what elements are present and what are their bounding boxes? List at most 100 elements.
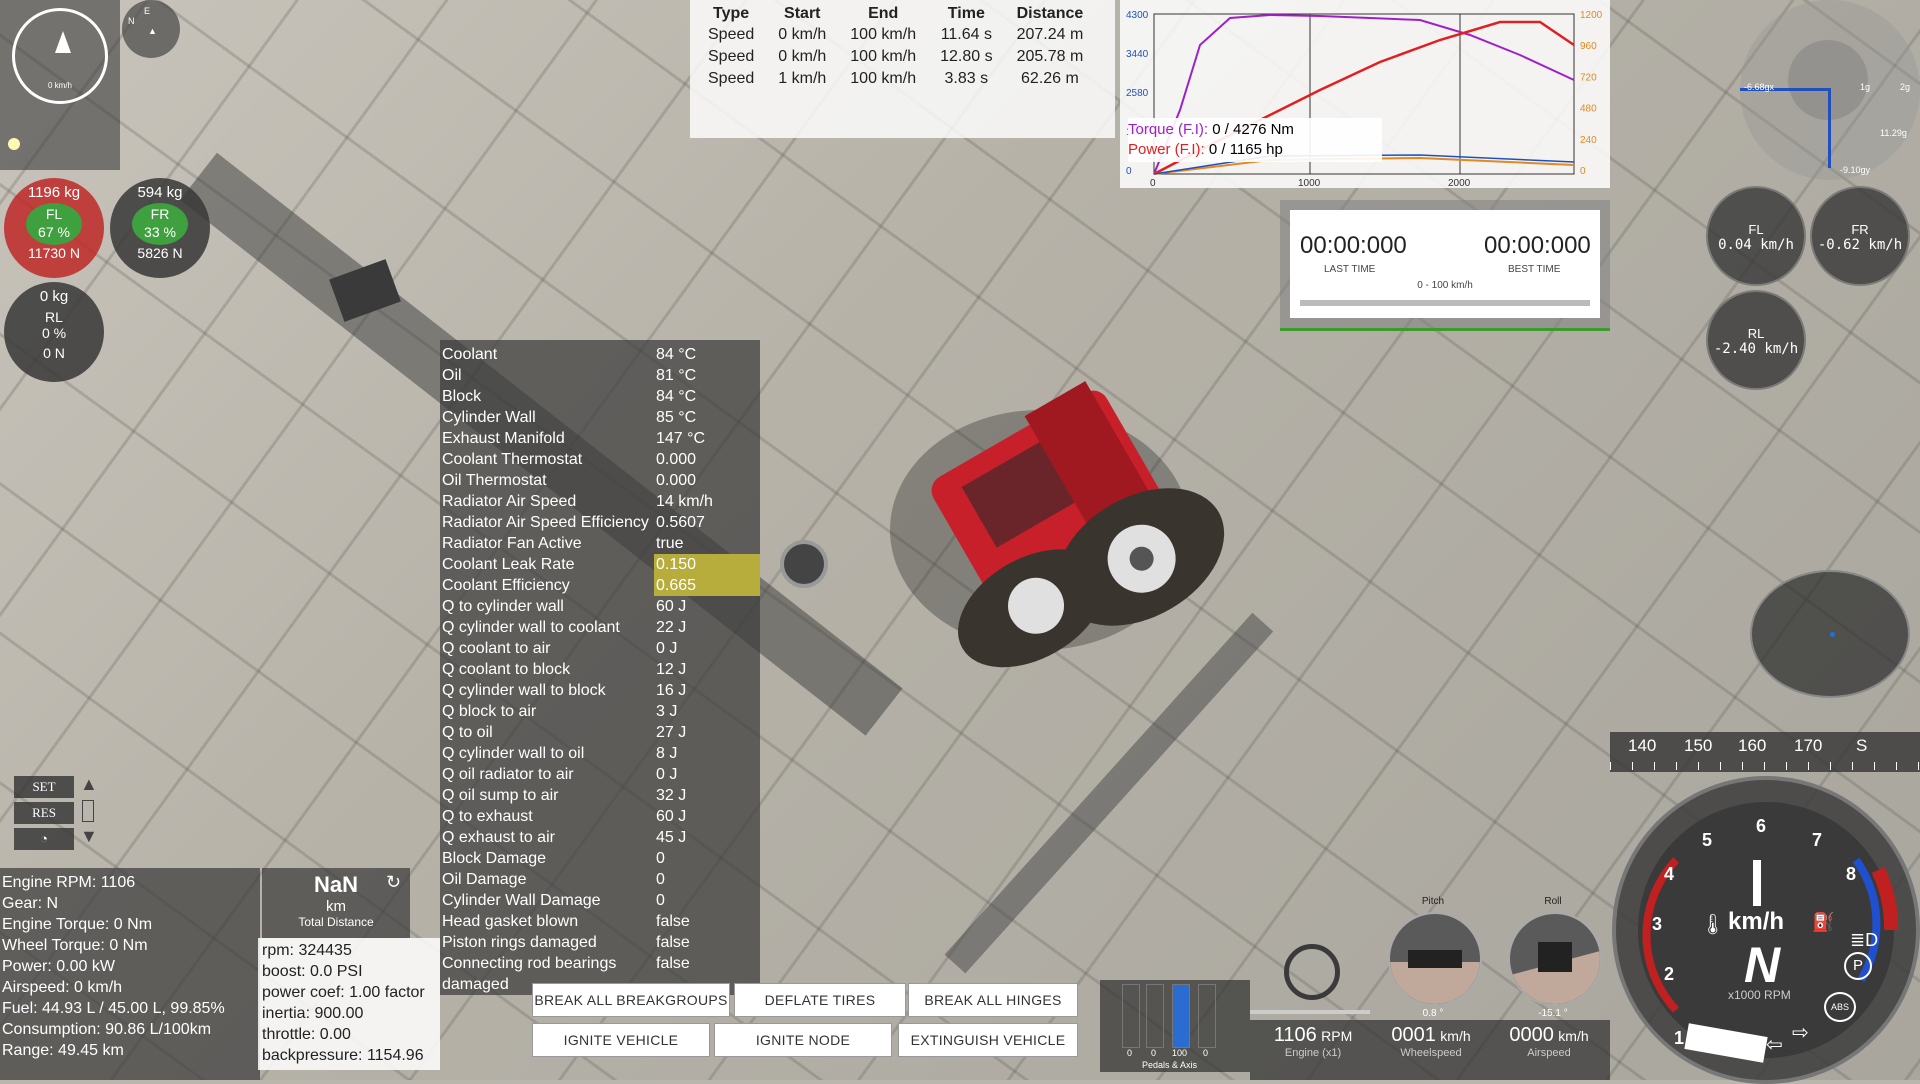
- thermal-value: 22 J: [656, 619, 687, 636]
- thermal-key: Head gasket blown: [442, 913, 579, 930]
- tire-name: RL: [45, 309, 63, 325]
- pedals-label: Pedals & Axis: [1142, 1060, 1198, 1070]
- airspeed-unit: km/h: [1558, 1028, 1589, 1044]
- results-cell: 205.78 m: [1016, 48, 1084, 65]
- last-time-label: LAST TIME: [1324, 264, 1376, 275]
- thermal-value: 3 J: [656, 703, 678, 720]
- pedal-bar: [1146, 984, 1164, 1048]
- timer-range: 0 - 100 km/h: [1417, 280, 1473, 291]
- tire-name: FR: [150, 206, 170, 222]
- rpm-value: 1106: [1273, 1024, 1317, 1046]
- thermal-row: Oil Damage 0: [442, 869, 665, 890]
- cruise-resume-button[interactable]: RES: [14, 802, 74, 824]
- tacho-tick: 6: [1756, 816, 1767, 836]
- rpm-caption: Engine (x1): [1284, 1047, 1342, 1059]
- cruise-set-button[interactable]: SET: [14, 776, 74, 798]
- results-row: Speed 0 km/h 100 km/h 11.64 s 207.24 m: [696, 24, 1095, 46]
- thermal-value: false: [656, 955, 690, 972]
- turn-right-icon[interactable]: ⇨: [1792, 1020, 1809, 1045]
- ignite-vehicle-button[interactable]: IGNITE VEHICLE: [532, 1023, 710, 1057]
- results-cell: Speed: [708, 26, 755, 43]
- north-arrow-icon: ▲: [148, 26, 157, 36]
- engine-thermals-panel: Coolant 84 °C Oil 81 °C Block 84 °C Cylinder W…: [440, 340, 760, 995]
- results-header: End: [868, 5, 899, 22]
- gforce-meter: -6.68gx 1g 2g 11.29g -9.10gy: [1740, 0, 1920, 180]
- break-all-breakgroups-button[interactable]: BREAK ALL BREAKGROUPS: [532, 983, 730, 1017]
- turn-left-icon[interactable]: ⇦: [1766, 1032, 1783, 1057]
- tire-pct: 33 %: [144, 224, 176, 240]
- thermal-key: Exhaust Manifold: [442, 430, 565, 447]
- results-cell: 62.26 m: [1021, 70, 1079, 87]
- tractor-vehicle[interactable]: [850, 340, 1270, 740]
- thermal-value: 27 J: [656, 724, 687, 741]
- cruise-gauge-icon: ◔: [14, 828, 74, 850]
- thermal-row: Q cylinder wall to coolant 22 J: [442, 617, 686, 638]
- tacho-tick: 1: [1674, 1028, 1685, 1048]
- info-line: Gear: N: [2, 895, 59, 912]
- thermal-value: 84 °C: [656, 346, 697, 363]
- thermal-row: Q to oil 27 J: [442, 722, 686, 743]
- info-line: Airspeed: 0 km/h: [2, 979, 123, 996]
- compass-n: N: [128, 16, 135, 26]
- thermal-value: 147 °C: [656, 430, 706, 447]
- cruise-level-icon: [82, 800, 94, 822]
- thermal-row: Exhaust Manifold 147 °C: [442, 428, 705, 449]
- gforce-1g: 1g: [1860, 82, 1871, 92]
- wheelspeed-name: FR: [1851, 222, 1869, 237]
- thermal-value: 8 J: [656, 745, 678, 762]
- tacho-tick: 8: [1846, 864, 1857, 884]
- thermal-value: 84 °C: [656, 388, 697, 405]
- thermal-key: Block: [442, 388, 482, 405]
- pedal-value: 0: [1127, 1048, 1133, 1058]
- thermal-key: Coolant: [442, 346, 498, 363]
- wheelspeed-value: 0001: [1391, 1024, 1436, 1046]
- headlight-icon: ≣D: [1850, 930, 1879, 950]
- results-cell: 3.83 s: [944, 70, 989, 87]
- thermal-value: 14 km/h: [656, 493, 713, 510]
- thermal-key: Q exhaust to air: [442, 829, 555, 846]
- compass-strip: 140 150 160 170 S: [1610, 732, 1920, 772]
- thermal-value: 32 J: [656, 787, 687, 804]
- vehicle-info-panel: Engine RPM: 1106 Gear: N Engine Torque: 0 …: [0, 868, 260, 1080]
- compass-e: E: [144, 6, 151, 16]
- thermal-row: Piston rings damaged false: [442, 932, 690, 953]
- thermal-key: Coolant Leak Rate: [442, 556, 575, 573]
- graph-tick-label: 480: [1580, 104, 1597, 115]
- graph-tick-label: 720: [1580, 72, 1597, 83]
- info-line: Engine Torque: 0 Nm: [2, 916, 153, 933]
- parking-brake-icon: P: [1844, 952, 1872, 980]
- status-light-icon: [8, 138, 20, 150]
- thermal-key: Piston rings damaged: [442, 934, 597, 951]
- tire-load-n: 5826 N: [137, 245, 183, 261]
- cruise-down-icon[interactable]: ▼: [80, 826, 98, 847]
- wheelspeed-name: FL: [1748, 222, 1764, 237]
- results-cell: 0 km/h: [778, 48, 827, 65]
- roll-label: Roll: [1544, 896, 1562, 907]
- distance-label: Total Distance: [298, 915, 374, 929]
- ignite-node-button[interactable]: IGNITE NODE: [714, 1023, 892, 1057]
- airspeed-value: 0000: [1509, 1024, 1554, 1046]
- engine-rpm-readout: 1106 RPM Engine (x1): [1258, 1024, 1368, 1059]
- thermal-value: 60 J: [656, 808, 687, 825]
- rpm-unit: RPM: [1321, 1028, 1353, 1044]
- cruise-up-icon[interactable]: ▲: [80, 774, 98, 795]
- timer-progress: [1300, 300, 1590, 306]
- thermal-key: Cylinder Wall Damage: [442, 892, 601, 909]
- deflate-tires-button[interactable]: DEFLATE TIRES: [734, 983, 906, 1017]
- thermal-value: 0.000: [656, 451, 697, 468]
- thermal-row: Block Damage 0: [442, 848, 665, 869]
- pedal-bar: [1198, 984, 1216, 1048]
- reset-icon[interactable]: ↻: [386, 872, 401, 893]
- pitch-gauge: [1388, 912, 1482, 1006]
- pedal-value: 0: [1203, 1048, 1209, 1058]
- detached-wheel: [780, 540, 828, 588]
- extinguish-vehicle-button[interactable]: EXTINGUISH VEHICLE: [898, 1023, 1078, 1057]
- thermal-value: 60 J: [656, 598, 687, 615]
- roll-value: -15.1 °: [1538, 1008, 1568, 1019]
- extra-line: boost: 0.0 PSI: [262, 963, 363, 980]
- thermal-row: Connecting rod bearings false: [442, 953, 690, 974]
- thermal-row: Oil Thermostat 0.000: [442, 470, 696, 491]
- compass-heading: 160: [1738, 736, 1767, 755]
- gear-indicator: N: [1744, 937, 1781, 993]
- break-all-hinges-button[interactable]: BREAK ALL HINGES: [908, 983, 1078, 1017]
